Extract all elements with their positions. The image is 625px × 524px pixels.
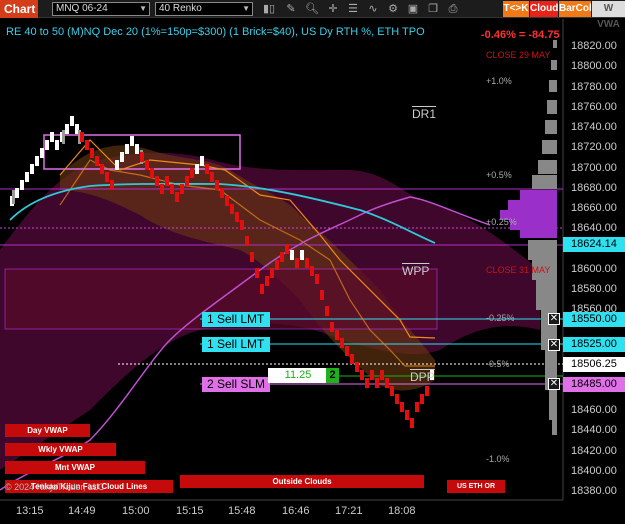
sell-slm-order[interactable]: 2 Sell SLM: [202, 377, 270, 392]
y-tick-label: 18640.00: [571, 222, 617, 234]
us-eth-or-button[interactable]: US ETH OR: [447, 480, 505, 493]
x-tick-label: 15:15: [176, 505, 204, 517]
pct-level-minus-1: -1.0%: [486, 454, 510, 464]
day-vwap-button[interactable]: Day VWAP: [5, 424, 90, 437]
y-tick-label: 18760.00: [571, 101, 617, 113]
close-31-may-label: CLOSE 31 MAY: [486, 265, 551, 275]
dpp-label: DPP: [410, 370, 435, 384]
pct-level-plus-05: +0.5%: [486, 170, 512, 180]
y-tick-label: 18580.00: [571, 283, 617, 295]
x-tick-label: 14:49: [68, 505, 96, 517]
y-tick-label: 18680.00: [571, 182, 617, 194]
x-tick-label: 15:48: [228, 505, 256, 517]
chart-title: RE 40 to 50 (M)NQ Dec 20 (1%=150p=$300) …: [6, 26, 425, 38]
y-tick-label: 18400.00: [571, 465, 617, 477]
pct-level-plus-1: +1.0%: [486, 76, 512, 86]
position-pnl: 11.25: [268, 368, 328, 383]
price-tag-sell-slm: 18485.00: [563, 377, 625, 392]
wpp-label: WPP: [402, 264, 430, 278]
sell-lmt-order-2[interactable]: 1 Sell LMT: [202, 337, 270, 352]
x-tick-label: 17:21: [335, 505, 363, 517]
y-tick-label: 18700.00: [571, 162, 617, 174]
cancel-order-icon[interactable]: ✕: [548, 313, 560, 325]
pct-level-minus-025: -0.25%: [486, 313, 515, 323]
y-tick-label: 18800.00: [571, 60, 617, 72]
x-tick-label: 16:46: [282, 505, 310, 517]
cancel-order-icon[interactable]: ✕: [548, 339, 560, 351]
monthly-vwap-button[interactable]: Mnt VWAP: [5, 461, 145, 474]
x-tick-label: 15:00: [122, 505, 150, 517]
y-tick-label: 18440.00: [571, 424, 617, 436]
y-tick-label: 18820.00: [571, 40, 617, 52]
outside-clouds-button[interactable]: Outside Clouds: [180, 475, 424, 488]
y-tick-label: 18660.00: [571, 202, 617, 214]
y-tick-label: 18380.00: [571, 485, 617, 497]
y-tick-label: 18460.00: [571, 404, 617, 416]
daily-change-label: -0.46% = -84.75: [481, 29, 560, 41]
y-tick-label: 18420.00: [571, 445, 617, 457]
y-tick-label: 18740.00: [571, 121, 617, 133]
copyright-text: © 2024 NinjaTrader, LLC: [5, 482, 105, 492]
y-tick-label: 18720.00: [571, 141, 617, 153]
dr1-label: DR1: [412, 107, 437, 121]
pct-level-plus-025: +0.25%: [486, 217, 517, 227]
y-tick-label: 18600.00: [571, 263, 617, 275]
weekly-vwap-button[interactable]: Wkly VWAP: [5, 443, 116, 456]
position-qty[interactable]: 2: [326, 368, 339, 383]
cancel-order-icon[interactable]: ✕: [548, 378, 560, 390]
y-tick-label: 18560.00: [571, 303, 617, 315]
close-29-may-label: CLOSE 29 MAY: [486, 50, 551, 60]
x-tick-label: 13:15: [16, 505, 44, 517]
pct-level-minus-05: -0.5%: [486, 359, 510, 369]
y-tick-label: 18780.00: [571, 81, 617, 93]
price-tag-vwap: 18624.14: [563, 237, 625, 252]
x-tick-label: 18:08: [388, 505, 416, 517]
price-tag-sell-lmt-2: 18525.00: [563, 337, 625, 352]
sell-lmt-order-1[interactable]: 1 Sell LMT: [202, 312, 270, 327]
price-tag-last: 18506.25: [563, 357, 625, 372]
